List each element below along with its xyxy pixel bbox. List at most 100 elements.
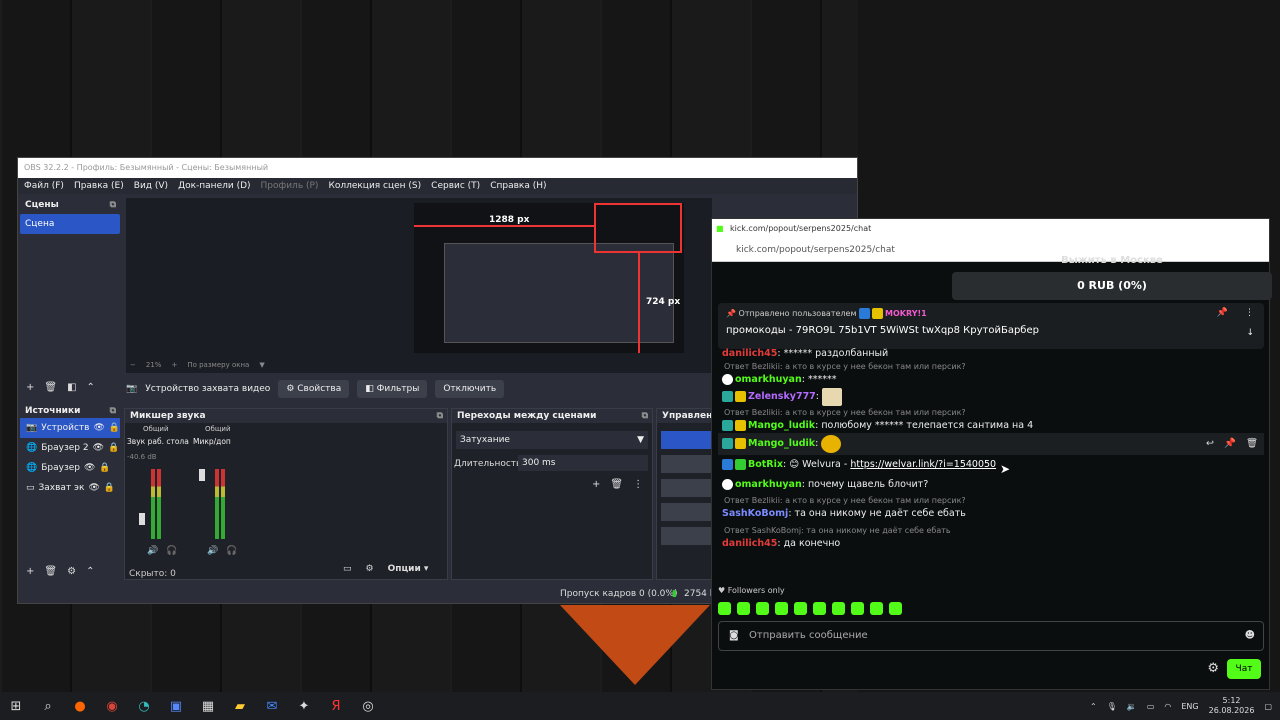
layout-icon[interactable]: ▭ [343,564,352,574]
sparkle-icon[interactable]: ✦ [288,692,320,720]
add-icon[interactable]: + [592,479,600,490]
reply-context[interactable]: Ответ Bezlikii: а кто в курсе у нее беко… [718,361,1264,373]
menu-tools[interactable]: Сервис (T) [431,178,480,194]
options-button[interactable]: Опции ▾ [388,564,429,574]
disable-button[interactable]: Отключить [435,380,505,398]
add-icon[interactable]: + [26,382,34,393]
chat-message[interactable]: SashKoBomj: та она никому не даёт себе е… [718,507,1264,521]
reply-context[interactable]: Ответ Bezlikii: а кто в курсе у нее беко… [718,495,1264,507]
up-icon[interactable]: ⌃ [86,566,94,577]
pin-icon[interactable]: 📌 [1224,433,1236,455]
duration-input[interactable]: 300 ms [518,455,648,471]
emote-icon[interactable] [794,602,807,615]
speaker-icon[interactable]: 🔊 [207,546,218,556]
headphones-icon[interactable]: 🎧 [166,546,177,556]
trash-icon[interactable]: 🗑 [44,566,57,577]
search-icon[interactable]: ⌕ [32,692,64,720]
emote-icon[interactable] [718,602,731,615]
gear-icon[interactable]: ⚙ [1207,661,1219,676]
source-item[interactable]: 📷 Устройств 👁 🔒 [20,418,120,438]
volume-icon[interactable]: 🔉 [1127,702,1137,711]
channel-mic[interactable]: Микр/доп [193,437,231,446]
more-icon[interactable]: ⋮ [633,479,643,490]
obs-icon[interactable]: ◎ [352,692,384,720]
emote-icon[interactable] [851,602,864,615]
windows-start-icon[interactable]: ⊞ [0,692,32,720]
menu-scene-collection[interactable]: Коллекция сцен (S) [328,178,421,194]
source-item[interactable]: ▭ Захват эк 👁 🔒 [20,478,120,498]
trash-icon[interactable]: 🗑 [610,479,623,490]
preview-canvas[interactable]: 1288 px 724 px [414,203,684,353]
menu-file[interactable]: Файл (F) [24,178,64,194]
chevron-down-icon[interactable]: ▼ [259,361,264,369]
store-icon[interactable]: ▦ [192,692,224,720]
mail-icon[interactable]: ✉ [256,692,288,720]
up-icon[interactable]: ⌃ [87,382,95,393]
popout-icon[interactable]: ⧉ [110,404,116,418]
selection-box[interactable] [594,203,682,253]
control-button[interactable] [661,455,717,473]
zoom-out[interactable]: − [130,361,136,369]
transition-select[interactable]: Затухание ▼ [456,431,648,449]
chat-message[interactable]: omarkhuyan: почему щавель блочит? [718,475,1264,495]
wifi-icon[interactable]: ◠ [1164,702,1171,711]
emote-icon[interactable] [870,602,883,615]
microphone-icon[interactable]: 🎙 [1107,702,1117,711]
control-button[interactable] [661,479,717,497]
control-button[interactable] [661,527,717,545]
gear-icon[interactable]: ⚙ [67,566,76,577]
chat-message[interactable]: danilich45: ****** раздолбанный [718,347,1264,361]
trash-icon[interactable]: 🗑 [44,382,57,393]
delete-icon[interactable]: 🗑 [1246,433,1258,455]
menu-docks[interactable]: Док-панели (D) [178,178,250,194]
send-chat-button[interactable]: Чат [1227,659,1261,679]
chat-message[interactable]: BotRix: 😊 Welvura - https://welvar.link/… [718,455,1264,475]
clock[interactable]: 5:12 26.08.2026 [1209,696,1255,716]
source-item[interactable]: 🌐 Браузер 2 👁 🔒 [20,438,120,458]
pinned-user[interactable]: MOKRY!1 [885,309,927,318]
chat-link[interactable]: https://welvar.link/?i=1540050 [850,459,996,470]
emote-icon[interactable] [813,602,826,615]
channel-desktop-audio[interactable]: Звук раб. стола [127,437,189,446]
reply-icon[interactable]: ↩ [1206,433,1214,455]
chat-message[interactable]: omarkhuyan: ****** [718,373,1264,387]
language-indicator[interactable]: ENG [1181,702,1198,711]
reply-context[interactable]: Ответ Bezlikii: а кто в курсе у нее беко… [718,407,1264,419]
filters-button[interactable]: ◧ Фильтры [357,380,428,398]
chat-message[interactable]: danilich45: да конечно [718,537,1264,551]
properties-button[interactable]: ⚙ Свойства [278,380,350,398]
control-button[interactable] [661,503,717,521]
notifications-icon[interactable]: ▢ [1264,702,1272,711]
menu-view[interactable]: Вид (V) [134,178,168,194]
chrome-icon[interactable]: ◉ [96,692,128,720]
emote-icon[interactable] [889,602,902,615]
headphones-icon[interactable]: 🎧 [226,546,237,556]
chat-message[interactable]: Mango_ludik: полюбому ****** телепается … [718,419,1264,433]
volume-slider-handle[interactable] [139,513,145,525]
filter-icon[interactable]: ◧ [67,382,76,393]
popout-icon[interactable]: ⧉ [110,198,116,212]
emote-icon[interactable] [756,602,769,615]
battery-icon[interactable]: ▭ [1147,702,1155,711]
emote-icon[interactable] [737,602,750,615]
more-icon[interactable]: ⋮ [1245,308,1254,318]
firefox-icon[interactable]: ● [64,692,96,720]
menu-profile[interactable]: Профиль (P) [261,178,319,194]
yandex-icon[interactable]: Я [320,692,352,720]
fit-mode[interactable]: По размеру окна [187,361,249,369]
menu-help[interactable]: Справка (H) [490,178,546,194]
folder-icon[interactable]: ▰ [224,692,256,720]
speaker-icon[interactable]: 🔊 [147,546,158,556]
source-item[interactable]: 🌐 Браузер 👁 🔒 [20,458,120,478]
chevron-up-icon[interactable]: ⌃ [1090,702,1097,711]
volume-slider-handle[interactable] [199,469,205,481]
preview-area[interactable]: 1288 px 724 px − 21% + По размеру окна ▼ [126,198,712,373]
popout-icon[interactable]: ⧉ [642,409,648,423]
chat-input[interactable]: ◙ Отправить сообщение ☻ [718,621,1264,651]
popout-icon[interactable]: ⧉ [437,409,443,423]
save-icon[interactable]: ▣ [160,692,192,720]
scene-item[interactable]: Сцена [20,214,120,234]
emoji-icon[interactable]: ☻ [1245,622,1255,650]
start-stream-button[interactable] [661,431,717,449]
pin-icon[interactable]: 📌 [1217,308,1228,318]
